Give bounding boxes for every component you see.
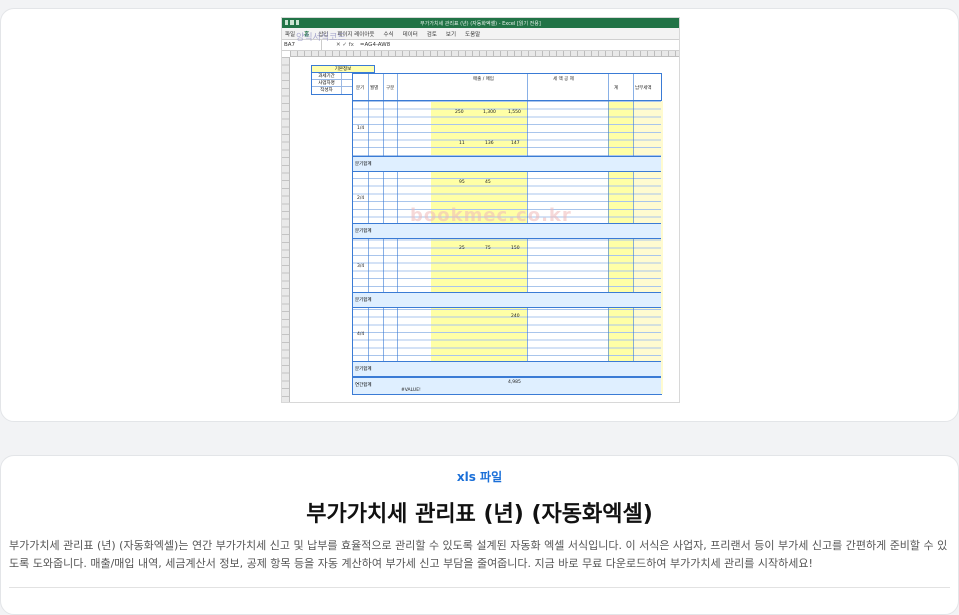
ribbon-tab: 도움말 [465,31,481,38]
header-total: 계 [614,86,619,91]
info-card: xls 파일 부가가치세 관리표 (년) (자동화엑셀) 부가가치세 관리표 (… [0,455,959,615]
cell-value: 95 [459,180,465,185]
formula-text: =AG4-AW8 [359,42,391,48]
table-rows [353,101,661,394]
subtotal-label: 분기합계 [355,367,372,372]
cell-value: 75 [485,246,491,251]
info-key: 과세기간 [312,73,342,79]
cell-value: 25 [459,246,465,251]
quarter-subtotal-row: 분기합계 [353,292,661,308]
cell-value: 147 [511,141,520,146]
cell-value: 150 [511,246,520,251]
page-title: 부가가치세 관리표 (년) (자동화엑셀) [306,502,653,527]
ribbon-tab: 데이터 [402,31,418,38]
cell-value: #VALUE! [401,388,421,393]
divider [9,587,950,588]
info-key: 사업자명 [312,80,342,86]
quarter-subtotal-row: 분기합계 [353,156,661,172]
quarter-label: 1/4 [357,126,365,131]
column-headers [290,51,679,57]
cell-value: 1,550 [508,110,521,115]
header-deduction: 세 액 공 제 [553,77,574,82]
info-key: 작성자 [312,87,342,94]
excel-title-bar: 부가가치세 관리표 (년) (자동화엑셀) - Excel [읽기 전용] [282,18,679,28]
window-title: 부가가치세 관리표 (년) (자동화엑셀) - Excel [읽기 전용] [420,20,541,27]
site-watermark: bookmec.co.kr [410,205,572,226]
cell-value: 136 [485,141,494,146]
cell-value: 45 [485,180,491,185]
description-text: 부가가치세 관리표 (년) (자동화엑셀)는 연간 부가가치세 신고 및 납부를… [9,539,948,570]
table-header: 분기 월별 구분 매출 / 매입 세 액 공 제 계 납부세액 [353,74,661,101]
grand-total-row: 연간합계 [353,377,661,395]
ribbon-tab: 검토 [426,31,437,38]
site-logo-watermark: 양식서식코드 [296,33,346,43]
header-type: 구분 [386,86,395,91]
header-sales: 매출 / 매입 [473,77,494,82]
quarter-label: 2/4 [357,196,365,201]
subtotal-label: 분기합계 [355,229,372,234]
header-month: 월별 [370,86,379,91]
quarter-subtotal-row: 분기합계 [353,361,661,377]
grand-total-label: 연간합계 [355,383,372,388]
file-type-label: xls 파일 [456,470,503,484]
cell-value: 11 [459,141,465,146]
preview-card: 부가가치세 관리표 (년) (자동화엑셀) - Excel [읽기 전용] 파일… [0,8,959,422]
quarter-label: 3/4 [357,264,365,269]
cell-value: 4,985 [508,380,521,385]
ribbon-tab: 파일 [285,31,296,38]
row-headers [282,57,290,402]
subtotal-label: 분기합계 [355,298,372,303]
header-quarter: 분기 [356,86,365,91]
quarter-label: 4/4 [357,332,365,337]
vat-table: 분기 월별 구분 매출 / 매입 세 액 공 제 계 납부세액 1/4 분기합계… [352,73,663,395]
info-box-header: 기본정보 [312,66,374,73]
cell-value: 250 [455,110,464,115]
spreadsheet-preview-image[interactable]: 부가가치세 관리표 (년) (자동화엑셀) - Excel [읽기 전용] 파일… [281,17,680,403]
ribbon-tab: 수식 [383,31,394,38]
cell-value: 240 [511,314,520,319]
quick-access-icons [285,20,299,26]
subtotal-label: 분기합계 [355,162,372,167]
header-payment: 납부세액 [635,86,652,91]
cell-value: 1,300 [483,110,496,115]
ribbon-tab: 보기 [445,31,457,38]
